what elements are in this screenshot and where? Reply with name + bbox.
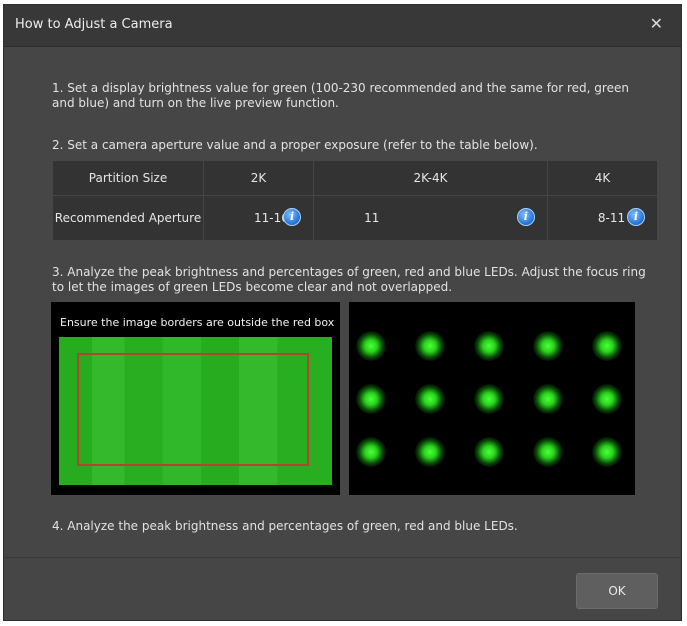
led-dot (592, 331, 622, 361)
aperture-cell-2k: 11-16 i (202, 195, 315, 241)
column-header-2k-4k: 2K-4K (313, 160, 548, 196)
aperture-value-2k-4k: 11 (364, 211, 380, 225)
led-dot (356, 384, 386, 414)
step-3-text: 3. Analyze the peak brightness and perce… (52, 265, 646, 294)
border-check-caption: Ensure the image borders are outside the… (60, 316, 335, 329)
dialog-title: How to Adjust a Camera (15, 17, 173, 32)
led-dot (592, 437, 622, 467)
led-dot (533, 384, 563, 414)
dialog-footer: OK (4, 557, 681, 620)
recommended-aperture-label: Recommended Aperture (52, 195, 204, 241)
step-1-text: 1. Set a display brightness value for gr… (52, 81, 629, 110)
partition-size-label: Partition Size (52, 160, 204, 196)
red-box-outline (77, 353, 309, 466)
table-row: Recommended Aperture 11-16 i 11 i 8-11 i (52, 195, 659, 241)
led-dot (533, 331, 563, 361)
step-4-text: 4. Analyze the peak brightness and perce… (52, 519, 518, 533)
column-header-4k: 4K (546, 160, 659, 196)
close-icon[interactable]: ✕ (650, 16, 663, 32)
led-dot (356, 437, 386, 467)
led-dot (474, 331, 504, 361)
adjust-camera-dialog: How to Adjust a Camera ✕ 1. Set a displa… (3, 4, 682, 621)
ok-button[interactable]: OK (576, 573, 658, 609)
border-check-image: Ensure the image borders are outside the… (51, 302, 340, 495)
led-dot (356, 331, 386, 361)
aperture-value-4k: 8-11 (597, 211, 626, 225)
led-dot (533, 437, 563, 467)
aperture-table: Partition Size 2K 2K-4K 4K Recommended A… (52, 160, 659, 241)
led-dot (474, 437, 504, 467)
led-dot (415, 437, 445, 467)
aperture-cell-2k-4k: 11 i (313, 195, 548, 241)
aperture-cell-4k: 8-11 i (546, 195, 659, 241)
step-2-text: 2. Set a camera aperture value and a pro… (52, 138, 538, 152)
info-icon[interactable]: i (627, 208, 645, 226)
led-dot (592, 384, 622, 414)
led-dot (415, 384, 445, 414)
led-dot (474, 384, 504, 414)
green-test-pattern (59, 337, 332, 485)
table-header-row: Partition Size 2K 2K-4K 4K (52, 160, 659, 196)
column-header-2k: 2K (202, 160, 315, 196)
led-dot (415, 331, 445, 361)
dialog-titlebar: How to Adjust a Camera ✕ (4, 5, 681, 47)
info-icon[interactable]: i (516, 208, 535, 226)
info-icon[interactable]: i (283, 208, 302, 226)
green-led-focus-image (349, 302, 635, 495)
